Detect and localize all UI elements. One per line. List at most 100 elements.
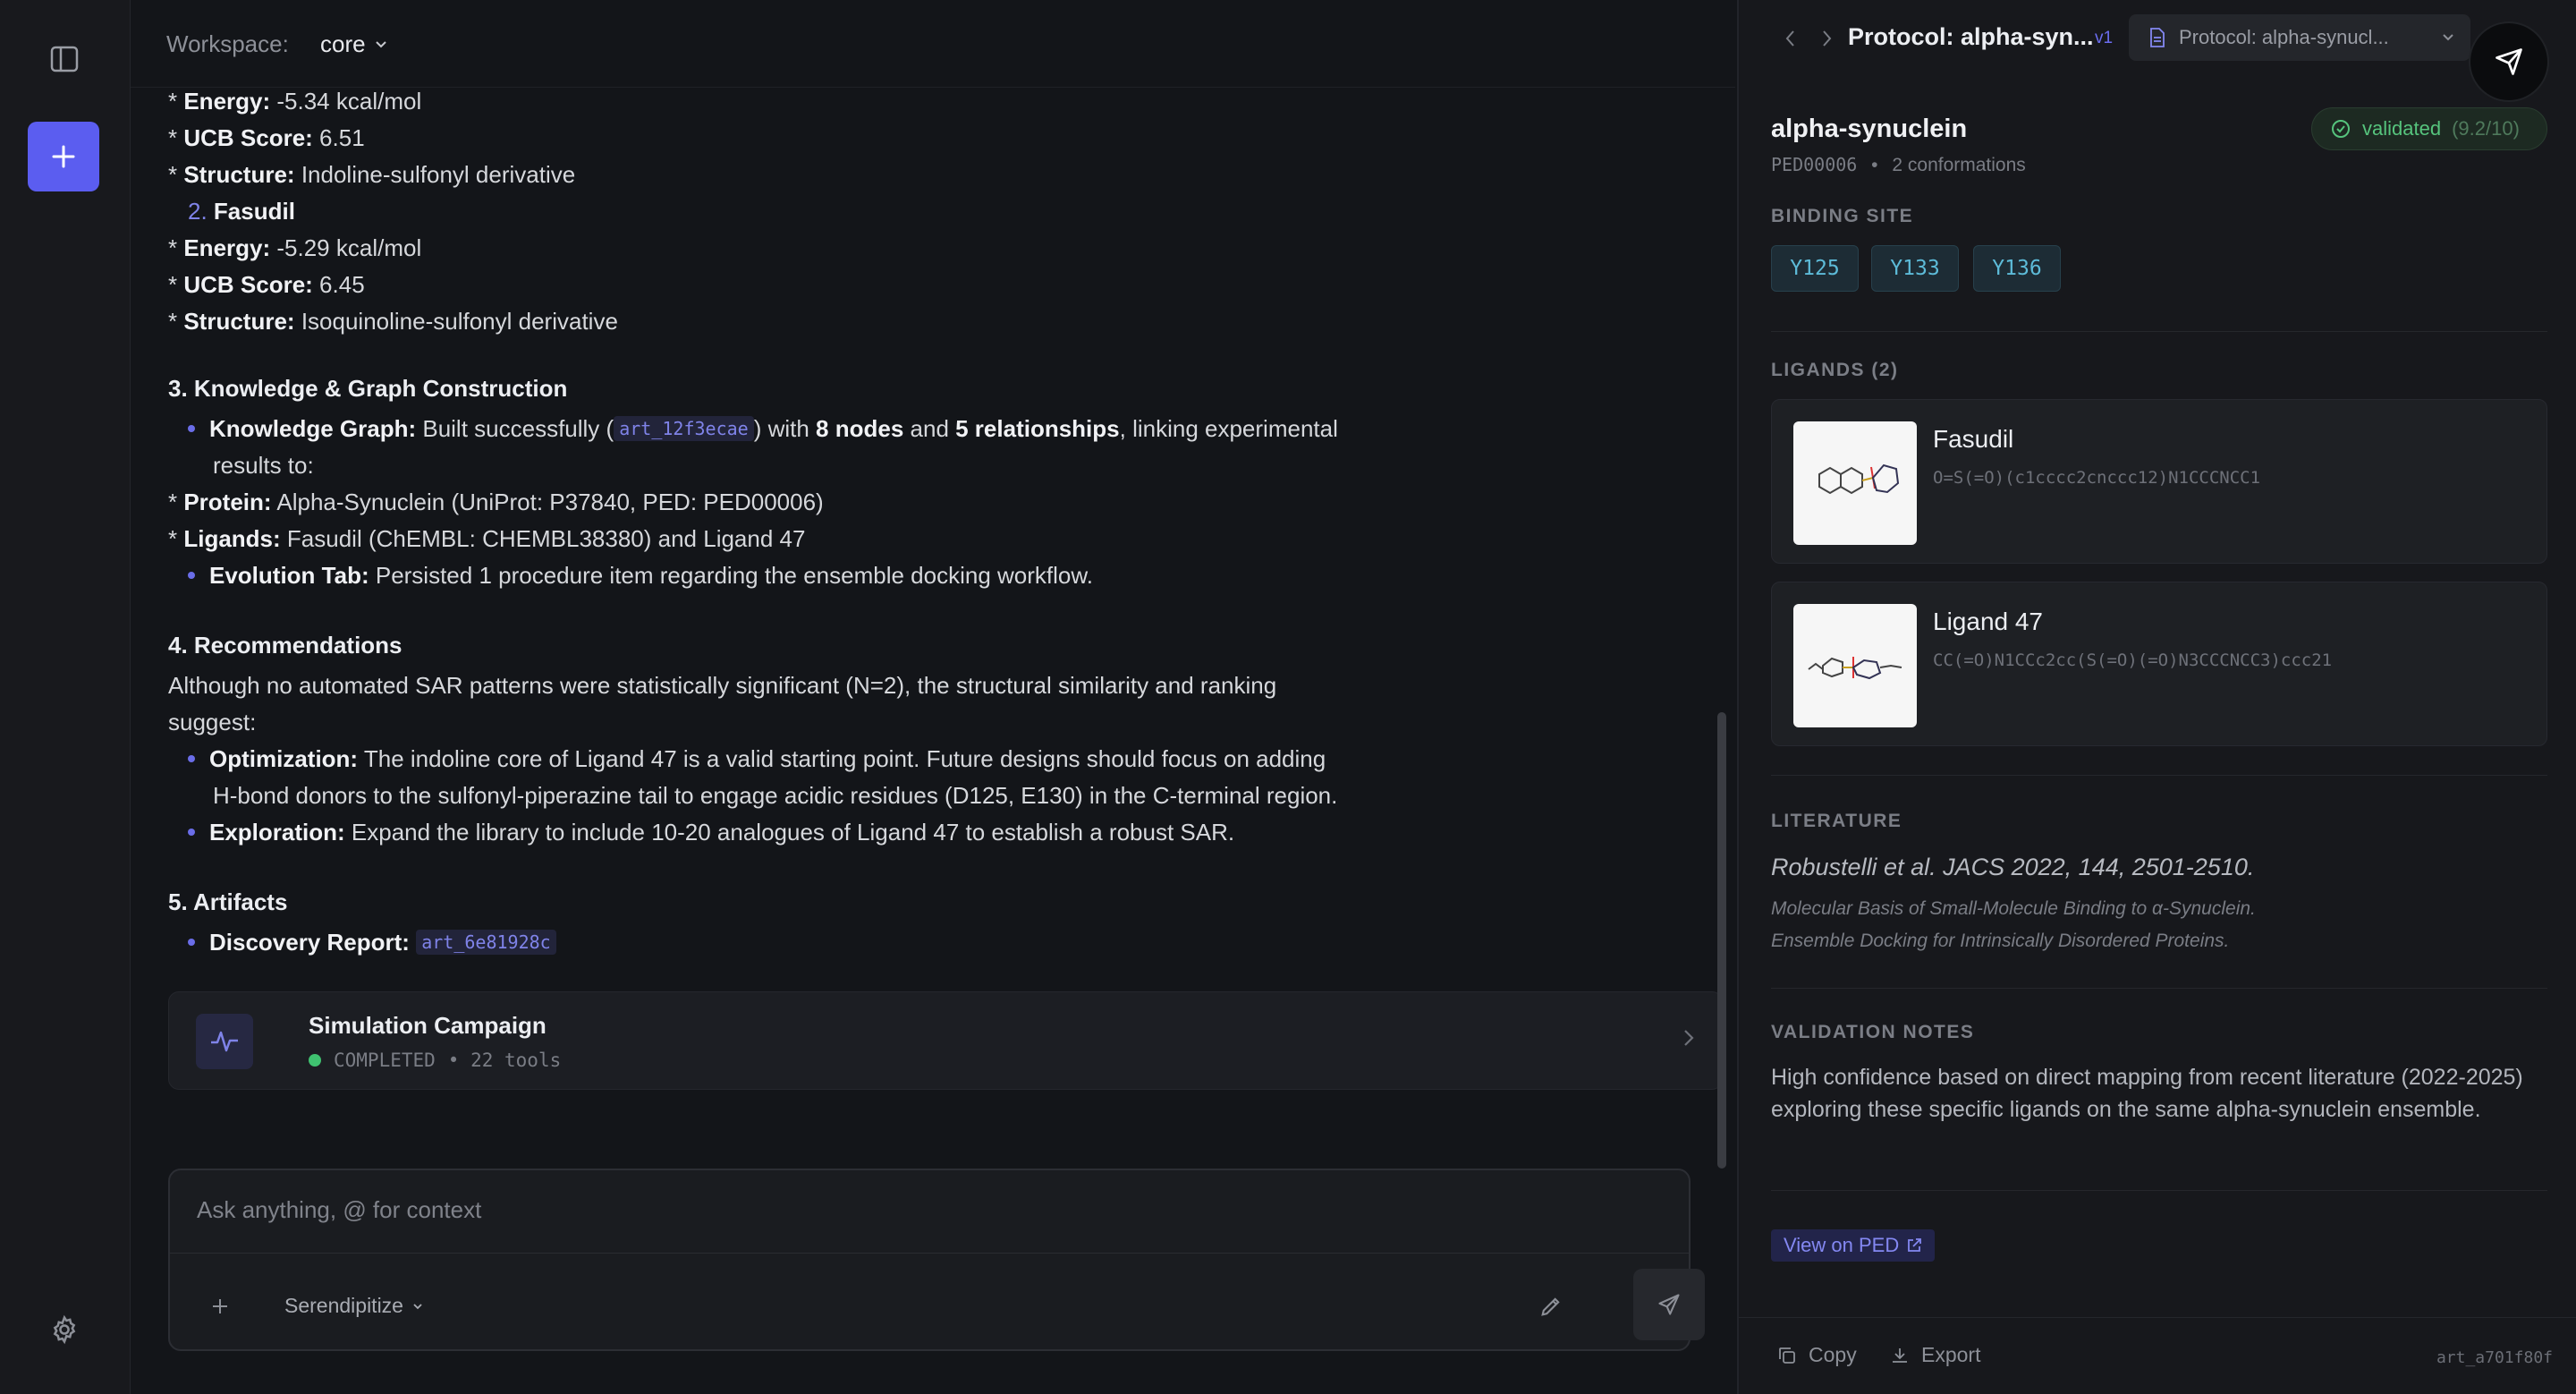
attach-button[interactable] <box>206 1292 234 1321</box>
section-divider <box>1771 1190 2547 1191</box>
report-line: * Energy: -5.29 kcal/mol <box>168 234 422 261</box>
ligand-rank-heading: 2. Fasudil <box>188 198 295 225</box>
settings-button[interactable] <box>45 1310 84 1349</box>
molecule-structure-image <box>1793 604 1917 727</box>
residue-chip[interactable]: Y125 <box>1771 245 1859 292</box>
report-line: * Energy: -5.34 kcal/mol <box>168 88 422 115</box>
version-badge: v1 <box>2095 29 2114 47</box>
report-line: * Structure: Indoline-sulfonyl derivativ… <box>168 161 576 188</box>
report-line: * UCB Score: 6.45 <box>168 271 365 298</box>
report-line: * Protein: Alpha-Synuclein (UniProt: P37… <box>168 489 824 515</box>
bullet-icon <box>188 572 195 580</box>
campaign-status: COMPLETED <box>334 1050 436 1071</box>
back-button[interactable] <box>1776 25 1803 52</box>
panel-header: Protocol: alpha-syn... v1 Protocol: alph… <box>1739 0 2576 100</box>
ligand-card[interactable]: Ligand 47 CC(=O)N1CCc2cc(S(=O)(=O)N3CCCN… <box>1771 582 2547 746</box>
mode-selector[interactable]: Serendipitize <box>284 1294 423 1318</box>
chat-area: Workspace: core * Energy: -5.34 kcal/mol… <box>131 0 1775 1394</box>
ligands-label: LIGANDS (2) <box>1771 360 1899 380</box>
simulation-campaign-card[interactable]: Simulation Campaign COMPLETED • 22 tools <box>168 991 1723 1090</box>
composer: Serendipitize <box>168 1169 1705 1351</box>
residue-chip[interactable]: Y136 <box>1973 245 2061 292</box>
view-on-ped-link[interactable]: View on PED <box>1771 1229 1936 1262</box>
validation-badge: validated (9.2/10) <box>2311 107 2547 150</box>
document-icon <box>2150 28 2165 47</box>
bullet-icon <box>188 425 195 433</box>
validation-label: validated <box>2362 117 2442 140</box>
document-selector-label: Protocol: alpha-synucl... <box>2179 26 2389 48</box>
chat-topbar: Workspace: core <box>131 0 1735 88</box>
external-link-icon <box>1908 1238 1922 1252</box>
copy-icon <box>1779 1347 1795 1364</box>
send-icon <box>1658 1294 1680 1315</box>
check-circle-icon <box>2332 120 2350 138</box>
report-line: * UCB Score: 6.51 <box>168 124 365 151</box>
residue-chip[interactable]: Y133 <box>1871 245 1959 292</box>
literature-title: Ensemble Docking for Intrinsically Disor… <box>1771 931 2230 951</box>
chevron-left-icon <box>1785 30 1794 47</box>
section-heading: 5. Artifacts <box>168 888 288 915</box>
campaign-tools: • 22 tools <box>447 1050 562 1071</box>
plus-icon <box>52 145 75 168</box>
ped-link-label: View on PED <box>1784 1234 1900 1256</box>
edit-button[interactable] <box>1533 1288 1569 1324</box>
section-heading: 3. Knowledge & Graph Construction <box>168 375 568 402</box>
document-selector[interactable]: Protocol: alpha-synucl... <box>2129 14 2470 61</box>
literature-citation: Robustelli et al. JACS 2022, 144, 2501-2… <box>1771 854 2255 880</box>
gear-icon <box>53 1314 76 1345</box>
ligand-smiles: O=S(=O)(c1cccc2cnccc12)N1CCCNCC1 <box>1933 468 2261 488</box>
status-dot-icon <box>309 1054 321 1067</box>
bullet-icon <box>188 829 195 837</box>
ligand-card[interactable]: Fasudil O=S(=O)(c1cccc2cnccc12)N1CCCNCC1 <box>1771 399 2547 564</box>
copy-label: Copy <box>1809 1343 1857 1366</box>
protein-subtitle: PED00006 • 2 conformations <box>1771 154 2026 175</box>
bullet-item: Exploration: Expand the library to inclu… <box>188 819 1234 846</box>
workspace-selector[interactable]: core <box>320 30 387 58</box>
bullet-item: Discovery Report: art_6e81928c <box>188 929 556 956</box>
conformations-count: 2 conformations <box>1892 155 2026 175</box>
section-divider <box>1771 775 2547 776</box>
protocol-panel: Protocol: alpha-syn... v1 Protocol: alph… <box>1737 0 2576 1394</box>
paragraph-line: suggest: <box>168 709 257 735</box>
ligand-name: Fasudil <box>1933 425 2014 453</box>
bullet-continuation: results to: <box>213 452 314 479</box>
molecule-structure-image <box>1793 421 1917 545</box>
paragraph-line: Although no automated SAR patterns were … <box>168 672 1277 699</box>
bullet-item: Evolution Tab: Persisted 1 procedure ite… <box>188 562 1093 590</box>
binding-site-label: BINDING SITE <box>1771 206 1914 226</box>
sidebar-toggle-button[interactable] <box>45 41 84 77</box>
chat-input[interactable] <box>197 1192 1628 1228</box>
chevron-right-icon <box>1823 30 1832 47</box>
panel-title: Protocol: alpha-syn... <box>1848 23 2094 50</box>
protein-name: alpha-synuclein <box>1771 115 1968 143</box>
export-button[interactable]: Export <box>1889 1343 1980 1367</box>
report-line: * Structure: Isoquinoline-sulfonyl deriv… <box>168 308 618 335</box>
new-chat-button[interactable] <box>28 122 99 191</box>
artifact-id: art_a701f80f <box>2436 1348 2553 1367</box>
ped-id: PED00006 <box>1771 154 1858 175</box>
activity-icon <box>196 1014 253 1069</box>
plus-icon <box>213 1299 227 1313</box>
chevron-down-icon <box>375 40 386 47</box>
chat-scrollbar[interactable] <box>1717 712 1726 1169</box>
bullet-icon <box>188 755 195 763</box>
ligand-smiles: CC(=O)N1CCc2cc(S(=O)(=O)N3CCCNCC3)ccc21 <box>1933 650 2333 670</box>
paper-plane-icon <box>2496 48 2522 75</box>
bullet-item: Knowledge Graph: Built successfully (art… <box>188 415 1338 443</box>
export-label: Export <box>1921 1343 1981 1366</box>
validation-score: (9.2/10) <box>2452 117 2520 140</box>
chevron-down-icon <box>2443 34 2453 41</box>
section-divider <box>1771 331 2547 332</box>
download-icon <box>1893 1347 1907 1363</box>
left-rail <box>0 0 131 1394</box>
artifact-chip[interactable]: art_12f3ecae <box>614 416 754 441</box>
forward-button[interactable] <box>1814 25 1841 52</box>
campaign-meta: COMPLETED • 22 tools <box>309 1050 561 1071</box>
artifact-chip[interactable]: art_6e81928c <box>416 930 556 955</box>
assistant-fab-button[interactable] <box>2470 23 2547 100</box>
literature-title: Molecular Basis of Small-Molecule Bindin… <box>1771 898 2256 919</box>
send-button[interactable] <box>1633 1269 1705 1340</box>
ligand-name: Ligand 47 <box>1933 608 2044 635</box>
bullet-icon <box>188 939 195 947</box>
copy-button[interactable]: Copy <box>1776 1343 1857 1367</box>
